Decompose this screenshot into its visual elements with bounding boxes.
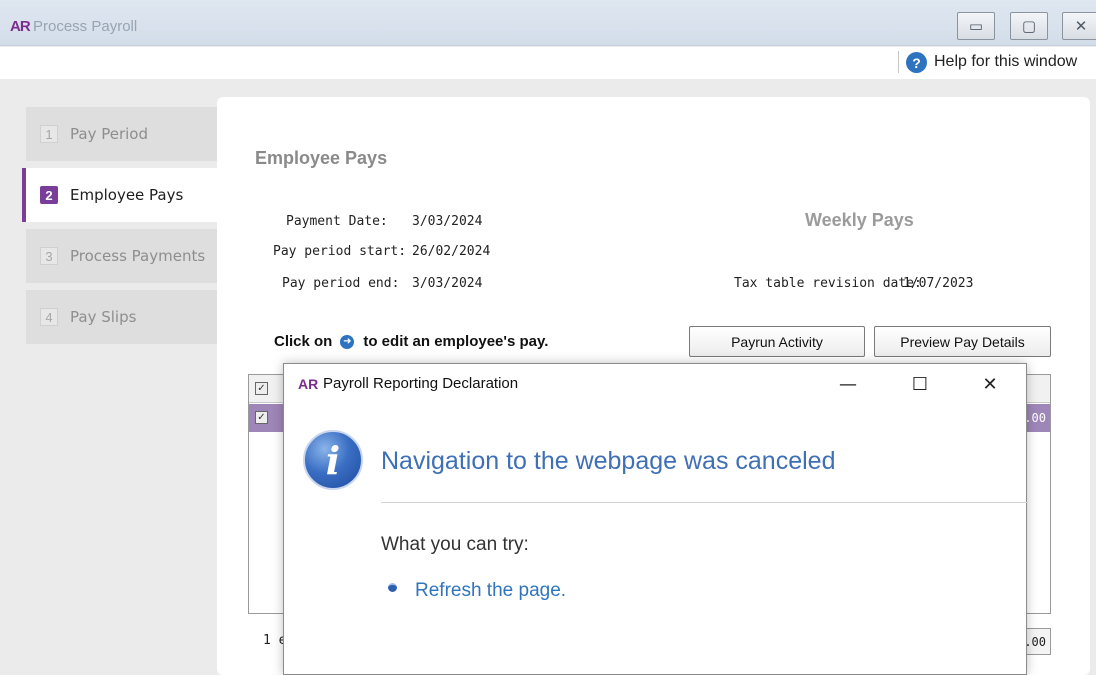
minimize-button[interactable]: ▭	[957, 12, 995, 40]
step-number: 1	[40, 125, 58, 143]
payrun-activity-button[interactable]: Payrun Activity	[689, 326, 865, 357]
tax-table-date: 1/07/2023	[903, 276, 974, 291]
step-number: 2	[40, 186, 58, 204]
suggestion-label: What you can try:	[381, 534, 529, 555]
period-start-value: 26/02/2024	[412, 244, 491, 259]
step-label: Pay Slips	[70, 308, 137, 326]
edit-instruction: Click on ➜ to edit an employee's pay.	[274, 333, 548, 350]
step-label: Employee Pays	[70, 186, 184, 204]
payroll-reporting-declaration-dialog: AR Payroll Reporting Declaration — ☐ ✕ i…	[283, 363, 1028, 675]
dialog-logo: AR	[298, 376, 319, 392]
window-title: Process Payroll	[33, 18, 138, 35]
select-all-checkbox[interactable]: ✓	[255, 382, 268, 395]
window-titlebar: AR Process Payroll ▭ ▢ ✕	[0, 0, 1096, 46]
section-title: Employee Pays	[255, 148, 388, 168]
tax-table-label: Tax table revision date:	[734, 276, 922, 291]
row-amount: .00	[1024, 411, 1046, 425]
period-start-label: Pay period start:	[273, 244, 407, 259]
step-pay-slips[interactable]: 4 Pay Slips	[26, 290, 217, 344]
dialog-maximize-button[interactable]: ☐	[900, 368, 940, 400]
instruction-prefix: Click on	[274, 333, 333, 350]
info-icon: i	[303, 430, 363, 490]
dialog-title: Payroll Reporting Declaration	[323, 375, 519, 392]
app-logo: AR	[10, 18, 31, 35]
step-pay-period[interactable]: 1 Pay Period	[26, 107, 217, 161]
row-checkbox[interactable]: ✓	[255, 411, 268, 424]
refresh-page-link[interactable]: Refresh the page.	[415, 580, 566, 602]
help-link[interactable]: Help for this window	[934, 53, 1077, 71]
help-bar: ? Help for this window	[0, 47, 1096, 79]
step-employee-pays[interactable]: 2 Employee Pays	[22, 168, 217, 222]
error-heading: Navigation to the webpage was canceled	[381, 447, 836, 475]
divider	[381, 502, 1028, 503]
maximize-button[interactable]: ▢	[1010, 12, 1048, 40]
step-process-payments[interactable]: 3 Process Payments	[26, 229, 217, 283]
preview-pay-details-button[interactable]: Preview Pay Details	[874, 326, 1051, 357]
step-number: 4	[40, 308, 58, 326]
divider	[898, 51, 899, 73]
step-number: 3	[40, 247, 58, 265]
arrow-right-icon: ➜	[340, 334, 355, 349]
step-label: Pay Period	[70, 125, 148, 143]
pays-type-heading: Weekly Pays	[805, 210, 914, 230]
close-button[interactable]: ✕	[1062, 12, 1096, 40]
period-end-label: Pay period end:	[282, 276, 400, 291]
period-end-value: 3/03/2024	[412, 276, 483, 291]
dialog-minimize-button[interactable]: —	[828, 368, 868, 400]
payment-date-label: Payment Date:	[286, 214, 388, 229]
payment-date-value: 3/03/2024	[412, 214, 483, 229]
step-label: Process Payments	[70, 247, 206, 265]
help-icon[interactable]: ?	[906, 52, 927, 73]
dialog-close-button[interactable]: ✕	[970, 368, 1010, 400]
instruction-suffix: to edit an employee's pay.	[363, 333, 549, 350]
bullet-icon	[388, 583, 397, 592]
